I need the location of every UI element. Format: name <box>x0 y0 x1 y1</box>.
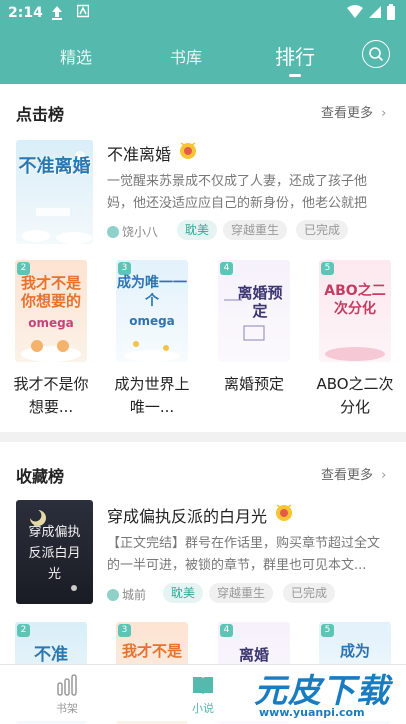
tag-theme[interactable]: 穿越重生 <box>209 583 274 603</box>
tab-ranking[interactable]: 排行 <box>275 41 315 70</box>
author-avatar-icon <box>107 226 119 238</box>
upload-icon <box>50 4 64 24</box>
section-title-favorites: 收藏榜 <box>16 467 65 486</box>
rank-badge: 5 <box>321 624 334 637</box>
chevron-right-icon: › <box>381 106 387 121</box>
book-title[interactable]: 离婚预定 <box>213 373 295 396</box>
more-link-clicks[interactable]: 查看更多 › <box>321 102 386 121</box>
bookshelf-icon <box>57 674 77 696</box>
cover-subtitle: omega <box>129 314 175 328</box>
cover-art <box>124 341 180 362</box>
tag-theme[interactable]: 穿越重生 <box>223 220 288 240</box>
book-cover[interactable]: 5 ABO之二次分化 <box>319 260 391 362</box>
cover-art <box>224 299 265 341</box>
book-cover[interactable]: 3 成为唯一一个 omega <box>116 260 188 362</box>
status-bar: 2:14 <box>0 0 406 28</box>
featured-desc: 一觉醒来苏景成不仅成了人妻，还成了孩子他妈，他还没适应应自己的新身份，他老公就把… <box>107 174 368 211</box>
watermark: 元皮下载 www.yuanpi.com <box>246 662 406 721</box>
cover-title: 不准 <box>34 645 68 665</box>
tag-status[interactable]: 已完成 <box>296 220 349 240</box>
book-title[interactable]: 我才不是你想要... <box>10 373 92 419</box>
more-label: 查看更多 <box>321 468 374 483</box>
cover-title: 成为 <box>339 642 370 660</box>
section-divider <box>0 432 406 442</box>
search-button[interactable] <box>362 40 390 68</box>
tag-genre[interactable]: 耽美 <box>177 220 218 240</box>
cover-title: 成为唯一一个 <box>117 275 187 309</box>
nav-novel[interactable]: 小说 <box>183 673 223 716</box>
watermark-text: 元皮下载 <box>254 671 390 710</box>
cover-title: 我才不是你想要的 <box>20 274 81 310</box>
featured-desc: 【正文完结】群号在作话里，购买章节超过全文的一半可进，被锁的章节，群里也可见本文… <box>107 536 381 573</box>
author-name: 饶小八 <box>122 225 159 239</box>
rank-badge: 3 <box>118 624 131 637</box>
featured-author: 城前 <box>107 586 146 603</box>
nav-bookshelf[interactable]: 书架 <box>47 673 87 716</box>
book-cover[interactable]: 4 离婚预定 <box>218 260 290 362</box>
section-title-clicks: 点击榜 <box>16 105 65 124</box>
crown-icon <box>177 139 199 161</box>
featured-title[interactable]: 穿成偏执反派的白月光 <box>107 503 267 527</box>
rank-badge: 2 <box>17 624 30 637</box>
tag-status[interactable]: 已完成 <box>283 583 336 603</box>
cover-subtitle: omega <box>28 316 74 330</box>
book-cover[interactable]: 2 我才不是你想要的 omega <box>15 260 87 362</box>
cover-title: 我才不是 <box>121 642 182 660</box>
more-label: 查看更多 <box>321 106 374 121</box>
chevron-right-icon: › <box>381 468 387 483</box>
tab-indicator <box>289 74 301 77</box>
battery-icon <box>386 4 396 25</box>
tab-library[interactable]: 书库 <box>170 44 202 68</box>
open-book-icon <box>193 677 213 695</box>
more-link-favorites[interactable]: 查看更多 › <box>321 464 386 483</box>
rank-badge: 5 <box>321 262 334 275</box>
rank-badge: 4 <box>220 624 233 637</box>
author-avatar-icon <box>107 589 119 601</box>
signal-icon <box>368 4 382 24</box>
tag-genre[interactable]: 耽美 <box>163 583 204 603</box>
search-icon <box>369 47 384 62</box>
nav-novel-label: 小说 <box>192 702 214 715</box>
cover-title: 穿成偏执反派白月光 <box>28 525 81 582</box>
crown-icon <box>273 501 295 523</box>
top-nav: 精选 书库 排行 <box>0 28 406 84</box>
cover-title: 不准离婚 <box>18 156 91 177</box>
tab-featured[interactable]: 精选 <box>60 44 92 68</box>
notification-icon <box>76 4 90 22</box>
nav-bookshelf-label: 书架 <box>56 702 78 715</box>
cover-art <box>21 340 81 362</box>
featured-author: 饶小八 <box>107 223 158 240</box>
watermark-url: www.yuanpi.com <box>259 706 365 719</box>
cover-title: ABO之二次分化 <box>324 283 386 317</box>
featured-title[interactable]: 不准离婚 <box>107 141 171 165</box>
book-title[interactable]: ABO之二次分化 <box>314 373 396 419</box>
status-time: 2:14 <box>8 5 43 21</box>
book-title[interactable]: 成为世界上唯一... <box>111 373 193 419</box>
wifi-icon <box>346 4 364 24</box>
cover-art <box>325 347 385 361</box>
featured-cover[interactable]: 不准离婚 <box>16 140 93 244</box>
author-name: 城前 <box>122 588 147 602</box>
featured-cover[interactable]: 穿成偏执反派白月光 <box>16 500 93 604</box>
